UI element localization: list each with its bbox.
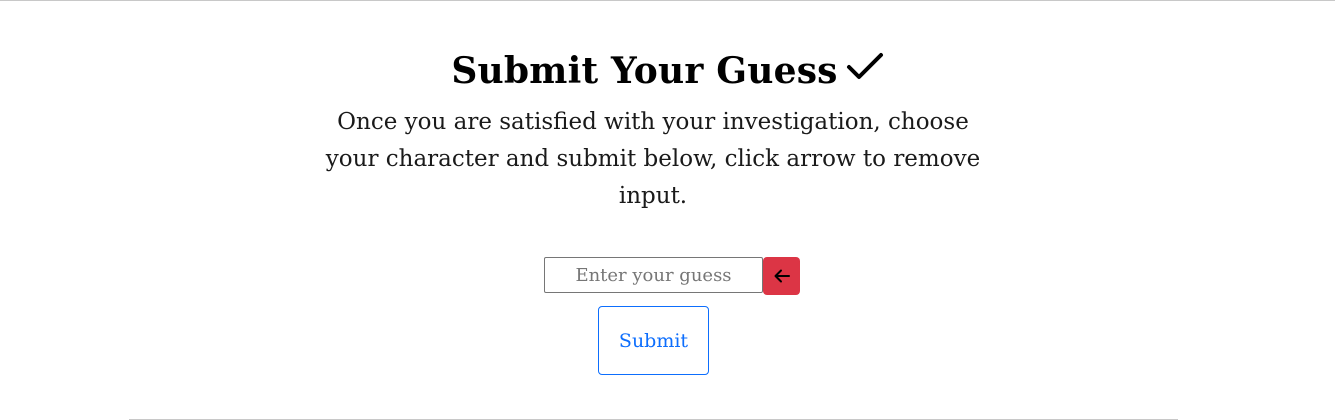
clear-input-button[interactable] (763, 257, 800, 295)
section-title-text: Submit Your Guess (451, 50, 838, 92)
page: Submit Your Guess Once you are satisfied… (0, 0, 1335, 420)
section-description: Once you are satisfied with your investi… (325, 109, 981, 209)
section-title: Submit Your Guess (0, 49, 1335, 93)
guess-input[interactable] (544, 257, 763, 293)
checkmark-icon (846, 48, 884, 92)
arrow-left-icon (773, 268, 791, 284)
submit-button[interactable]: Submit (598, 306, 709, 375)
